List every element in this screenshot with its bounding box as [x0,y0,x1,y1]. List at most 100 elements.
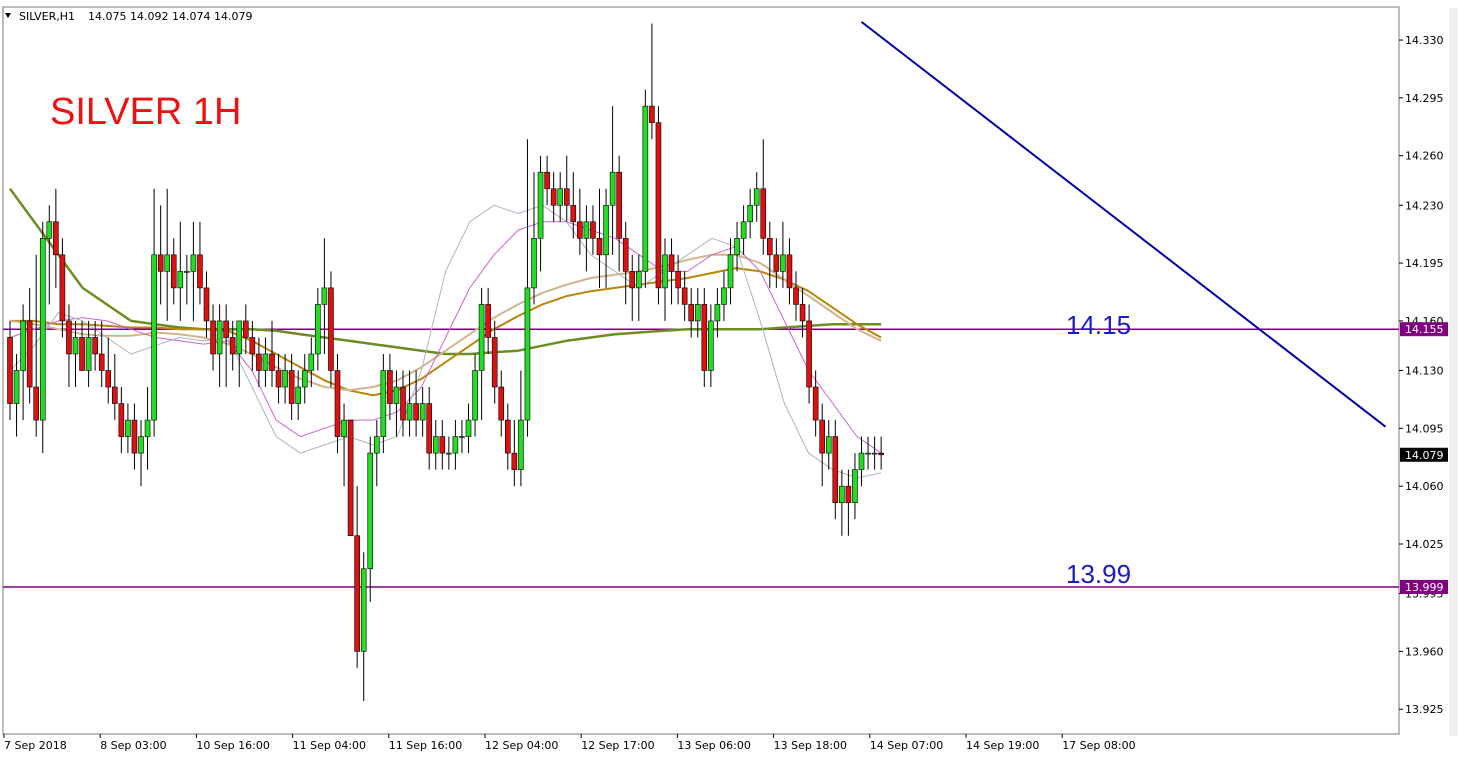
x-tick-label: 14 Sep 19:00 [966,739,1039,752]
candle-body [26,320,33,388]
candle-body [249,337,256,355]
candle-body [131,419,138,454]
candle-body [33,386,40,421]
y-tick-label: 14.295 [1405,92,1444,105]
header-symbol: SILVER,H1 [19,10,75,23]
candle-body [459,436,465,438]
candle-body [315,304,321,355]
candle-body [491,337,498,388]
candle-body [550,188,557,206]
candle-body [590,221,596,239]
candle-body [13,370,20,404]
candle-body [439,436,446,454]
candle-body [46,221,53,239]
x-tick-label: 17 Sep 08:00 [1062,739,1135,752]
candle-body [603,204,609,256]
candle-body [688,304,695,322]
candle-body [282,370,288,388]
candle-body [288,370,295,404]
candle-body [164,254,170,272]
x-tick-label: 8 Sep 03:00 [100,739,166,752]
candle-body [557,188,564,206]
x-tick-label: 12 Sep 17:00 [581,739,654,752]
candle-body [858,452,865,470]
candle-body [269,353,275,371]
candle-body [531,238,537,289]
candle-body [596,238,603,256]
y-tick-label: 14.330 [1405,34,1444,47]
candle-body [406,403,413,421]
candle-body [708,320,714,371]
candle-body [478,304,485,371]
candle-body [118,403,125,437]
candle-body [609,171,616,206]
candle-body [256,353,262,371]
level-label-support: 13.99 [1066,559,1131,589]
candle-body [766,238,773,256]
candle-body [341,419,347,437]
candle-body [387,370,393,404]
y-tick-label: 14.230 [1405,199,1444,212]
candle-body [347,419,354,537]
candle-body [845,485,852,503]
candle-body [635,271,642,289]
candle-body [570,204,577,223]
candle-body [328,287,334,371]
candle [39,221,46,454]
candle-body [832,436,839,503]
y-tick-label: 14.195 [1405,257,1444,270]
candle-body [393,386,400,404]
candle-body [799,304,806,322]
candle-body [668,254,675,272]
candle-body [675,271,681,289]
candle-body [773,254,780,272]
y-tick-label: 14.060 [1405,480,1444,493]
candle-body [681,287,688,305]
candle-body [649,105,655,123]
candle-body [66,320,72,355]
candle-body [59,254,66,322]
candle-body [852,469,858,503]
y-tick-label: 14.095 [1405,422,1444,435]
candle-body [465,419,472,437]
candle-body [419,403,426,421]
y-tick-label: 14.025 [1405,538,1444,551]
candle-body [734,238,740,256]
candle-body [806,320,812,388]
x-tick-label: 10 Sep 16:00 [196,739,269,752]
candle-body [701,304,708,371]
candle-body [7,337,13,404]
x-tick-label: 7 Sep 2018 [4,739,67,752]
level-badge-text: 14.155 [1405,323,1444,336]
candle-body [839,485,845,503]
right-scroll-strip[interactable] [1449,8,1458,736]
candle-body [125,419,131,437]
candle-body [98,353,105,371]
x-tick-label: 11 Sep 16:00 [389,739,462,752]
candle-body [504,419,511,454]
x-tick-label: 13 Sep 18:00 [774,739,847,752]
candle-body [85,337,92,371]
x-tick-label: 12 Sep 04:00 [485,739,558,752]
candle [655,106,662,305]
candle-body [694,304,701,322]
candle-body [308,353,315,371]
candle-body [413,403,419,421]
candle-body [740,221,747,239]
chart-canvas: 14.33014.29514.26014.23014.19514.16014.1… [0,0,1460,761]
candle-body [432,436,439,454]
candle-body [727,254,734,289]
candle-body [446,452,452,455]
candle-body [563,188,570,206]
candle-body [275,370,282,388]
x-tick-label: 11 Sep 04:00 [293,739,366,752]
candle-body [92,337,98,355]
candle-body [203,287,210,322]
y-tick-label: 13.925 [1405,703,1444,716]
candle-body [544,171,550,190]
chart-title: SILVER 1H [50,91,241,133]
level-label-resistance: 14.15 [1066,310,1131,340]
candle-body [72,337,79,355]
candle-body [373,436,380,454]
candle [347,419,354,537]
